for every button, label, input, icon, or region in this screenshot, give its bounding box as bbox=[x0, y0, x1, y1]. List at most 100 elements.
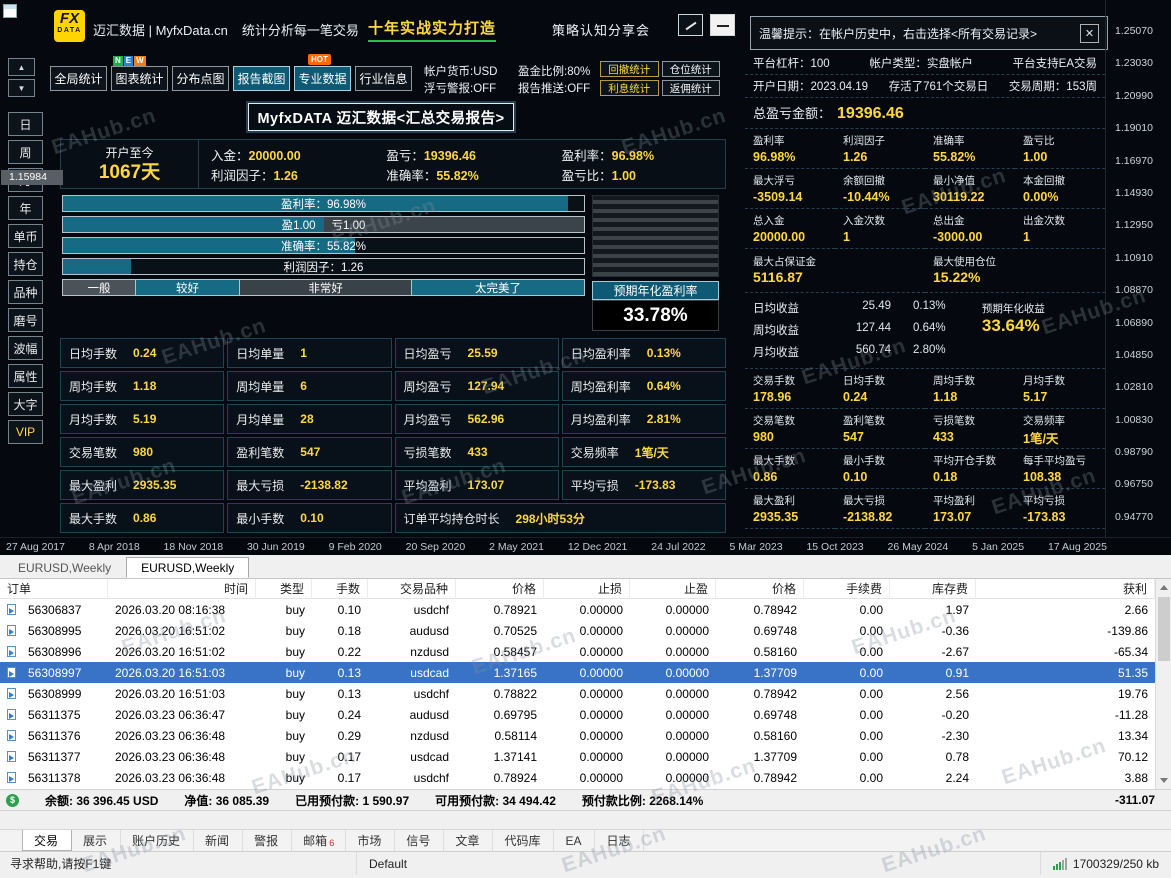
win-rate-bar: 盈利率：96.98% bbox=[62, 195, 585, 212]
profile-selector[interactable]: Default bbox=[356, 852, 596, 875]
toolbox-tab[interactable]: 信号 bbox=[395, 830, 444, 851]
order-icon bbox=[7, 688, 16, 699]
stat-button[interactable]: 仓位统计 bbox=[662, 61, 721, 77]
free-margin-text: 可用预付款: 34 494.42 bbox=[435, 792, 556, 809]
toolbox-tab[interactable]: 文章 bbox=[444, 830, 493, 851]
toolbox-tab[interactable]: 交易 bbox=[22, 830, 72, 851]
date-axis: 27 Aug 20178 Apr 201818 Nov 201830 Jun 2… bbox=[0, 537, 1171, 555]
stat-cell: 月均单量28 bbox=[227, 404, 391, 434]
date-label: 24 Jul 2022 bbox=[651, 541, 705, 555]
stat-cell: 月均手数5.19 bbox=[60, 404, 224, 434]
nav-tab[interactable]: 报告截图 bbox=[233, 66, 290, 91]
order-row[interactable]: 56308997 2026.03.20 16:51:03 buy 0.13 us… bbox=[0, 662, 1155, 683]
slogan-text: 十年实战实力打造 bbox=[368, 17, 496, 42]
toolbox-tab[interactable]: 新闻 bbox=[194, 830, 243, 851]
sidebar-button[interactable]: 单币 bbox=[8, 224, 43, 248]
chart-tab-strip: EURUSD,WeeklyEURUSD,Weekly bbox=[0, 555, 1171, 579]
tip-text: 温馨提示：在帐户历史中，右击选择<所有交易记录> bbox=[759, 25, 1037, 42]
scroll-down-button[interactable]: ▼ bbox=[8, 79, 35, 97]
sidebar-button[interactable]: VIP bbox=[8, 420, 43, 444]
scrollbar-up-icon bbox=[1160, 585, 1168, 590]
order-icon bbox=[7, 772, 16, 783]
date-label: 12 Dec 2021 bbox=[568, 541, 628, 555]
chart-tab[interactable]: EURUSD,Weekly bbox=[3, 557, 126, 578]
nav-tab[interactable]: 专业数据 bbox=[294, 66, 351, 91]
order-row[interactable]: 56311377 2026.03.23 06:36:48 buy 0.17 us… bbox=[0, 746, 1155, 767]
toolbox-tab[interactable]: 账户历史 bbox=[121, 830, 194, 851]
nav-tab[interactable]: 分布点图 bbox=[172, 66, 229, 91]
toolbox-tab[interactable]: EA bbox=[554, 830, 595, 851]
stat-cell: 日均单量1 bbox=[227, 338, 391, 368]
scrollbar-thumb[interactable] bbox=[1158, 597, 1170, 661]
price-tick: 1.19010 bbox=[1115, 123, 1171, 134]
order-row[interactable]: 56311375 2026.03.23 06:36:47 buy 0.24 au… bbox=[0, 704, 1155, 725]
toolbox-tabs: 交易 展示 账户历史 新闻 警报 邮箱6 市场 信号 文章 代码库 EA 日志 bbox=[0, 829, 1171, 851]
sidebar-button[interactable]: 年 bbox=[8, 196, 43, 220]
order-icon bbox=[7, 667, 16, 678]
panel-minimize-button[interactable] bbox=[710, 14, 735, 36]
price-tick: 1.06890 bbox=[1115, 318, 1171, 329]
sidebar-button[interactable]: 波幅 bbox=[8, 336, 43, 360]
nav-tab[interactable]: 图表统计 bbox=[111, 66, 168, 91]
sidebar-button[interactable]: 大字 bbox=[8, 392, 43, 416]
panel-edit-button[interactable] bbox=[678, 14, 703, 36]
date-label: 5 Mar 2023 bbox=[729, 541, 782, 555]
nav-tab[interactable]: 全局统计 bbox=[50, 66, 107, 91]
panel-stat-cell: 平均盈利173.07 bbox=[925, 489, 1015, 529]
stat-button[interactable]: 利息统计 bbox=[600, 80, 659, 96]
stats-panel: FX DATA 迈汇数据 | MyfxData.cn统计分析每一笔交易 十年实战… bbox=[0, 0, 1171, 537]
stat-button[interactable]: 返佣统计 bbox=[662, 80, 721, 96]
order-icon bbox=[7, 604, 16, 615]
chart-tab[interactable]: EURUSD,Weekly bbox=[126, 557, 249, 578]
order-row[interactable]: 56308999 2026.03.20 16:51:03 buy 0.13 us… bbox=[0, 683, 1155, 704]
sidebar-button[interactable]: 周 bbox=[8, 140, 43, 164]
stat-cell: 日均手数0.24 bbox=[60, 338, 224, 368]
panel-stat-cell: 准确率55.82% bbox=[925, 129, 1015, 169]
stat-cell: 最大手数0.86 bbox=[60, 503, 224, 533]
date-label: 26 May 2024 bbox=[888, 541, 949, 555]
toolbox-tab[interactable]: 市场 bbox=[346, 830, 395, 851]
panel-stat-cell: 本金回撤0.00% bbox=[1015, 169, 1105, 209]
stat-cell: 周均手数1.18 bbox=[60, 371, 224, 401]
rating-scale: 一般较好非常好太完美了 bbox=[62, 279, 585, 296]
sidebar-button[interactable]: 品种 bbox=[8, 280, 43, 304]
stat-cell: 平均亏损-173.83 bbox=[562, 470, 726, 500]
panel-stat-cell: 最大手数0.86 bbox=[745, 449, 835, 489]
stat-button[interactable]: 回撤统计 bbox=[600, 61, 659, 77]
orders-header[interactable]: 订单时间 类型手数 交易品种价格 止损止盈 价格手续费 库存费获利 bbox=[0, 579, 1155, 599]
report-push: 报告推送:OFF bbox=[518, 80, 590, 96]
stat-cell: 周均盈亏127.94 bbox=[395, 371, 559, 401]
order-row[interactable]: 56311378 2026.03.23 06:36:48 buy 0.17 us… bbox=[0, 767, 1155, 788]
order-row[interactable]: 56306837 2026.03.20 08:16:38 buy 0.10 us… bbox=[0, 599, 1155, 620]
stat-cell: 盈利笔数547 bbox=[227, 437, 391, 467]
vertical-scrollbar[interactable] bbox=[1155, 579, 1171, 789]
nav-tabs: 全局统计图表统计分布点图报告截图专业数据行业信息 bbox=[50, 66, 412, 91]
toolbox-tab[interactable]: 代码库 bbox=[493, 830, 554, 851]
price-tick: 0.98790 bbox=[1115, 447, 1171, 458]
stat-cell: 最小手数0.10 bbox=[227, 503, 391, 533]
price-tick: 1.04850 bbox=[1115, 350, 1171, 361]
panel-stat-cell: 交易笔数980 bbox=[745, 409, 835, 449]
toolbox-tab[interactable]: 展示 bbox=[72, 830, 121, 851]
scroll-up-button[interactable]: ▲ bbox=[8, 58, 35, 76]
toolbox-tab[interactable]: 日志 bbox=[595, 830, 644, 851]
order-row[interactable]: 56308996 2026.03.20 16:51:02 buy 0.22 nz… bbox=[0, 641, 1155, 662]
panel-stat-cell: 出金次数1 bbox=[1015, 209, 1105, 249]
nav-tab[interactable]: 行业信息 bbox=[355, 66, 412, 91]
order-row[interactable]: 56311376 2026.03.23 06:36:48 buy 0.29 nz… bbox=[0, 725, 1155, 746]
toolbox-tab[interactable]: 警报 bbox=[243, 830, 292, 851]
date-label: 9 Feb 2020 bbox=[329, 541, 382, 555]
sidebar-button[interactable]: 持仓 bbox=[8, 252, 43, 276]
sidebar-button[interactable]: 属性 bbox=[8, 364, 43, 388]
order-row[interactable]: 56308995 2026.03.20 16:51:02 buy 0.18 au… bbox=[0, 620, 1155, 641]
fxdata-logo: FX DATA bbox=[54, 10, 85, 42]
toolbox-tab[interactable]: 邮箱6 bbox=[292, 830, 346, 851]
panel-stat-cell: 亏损笔数433 bbox=[925, 409, 1015, 449]
close-icon[interactable]: ✕ bbox=[1080, 24, 1099, 43]
sidebar-button[interactable]: 日 bbox=[8, 112, 43, 136]
date-label: 8 Apr 2018 bbox=[89, 541, 140, 555]
panel-stat-cell: 盈利笔数547 bbox=[835, 409, 925, 449]
stat-cell: 亏损笔数433 bbox=[395, 437, 559, 467]
sidebar-button[interactable]: 磨号 bbox=[8, 308, 43, 332]
equity-text: 净值: 36 085.39 bbox=[184, 792, 269, 809]
